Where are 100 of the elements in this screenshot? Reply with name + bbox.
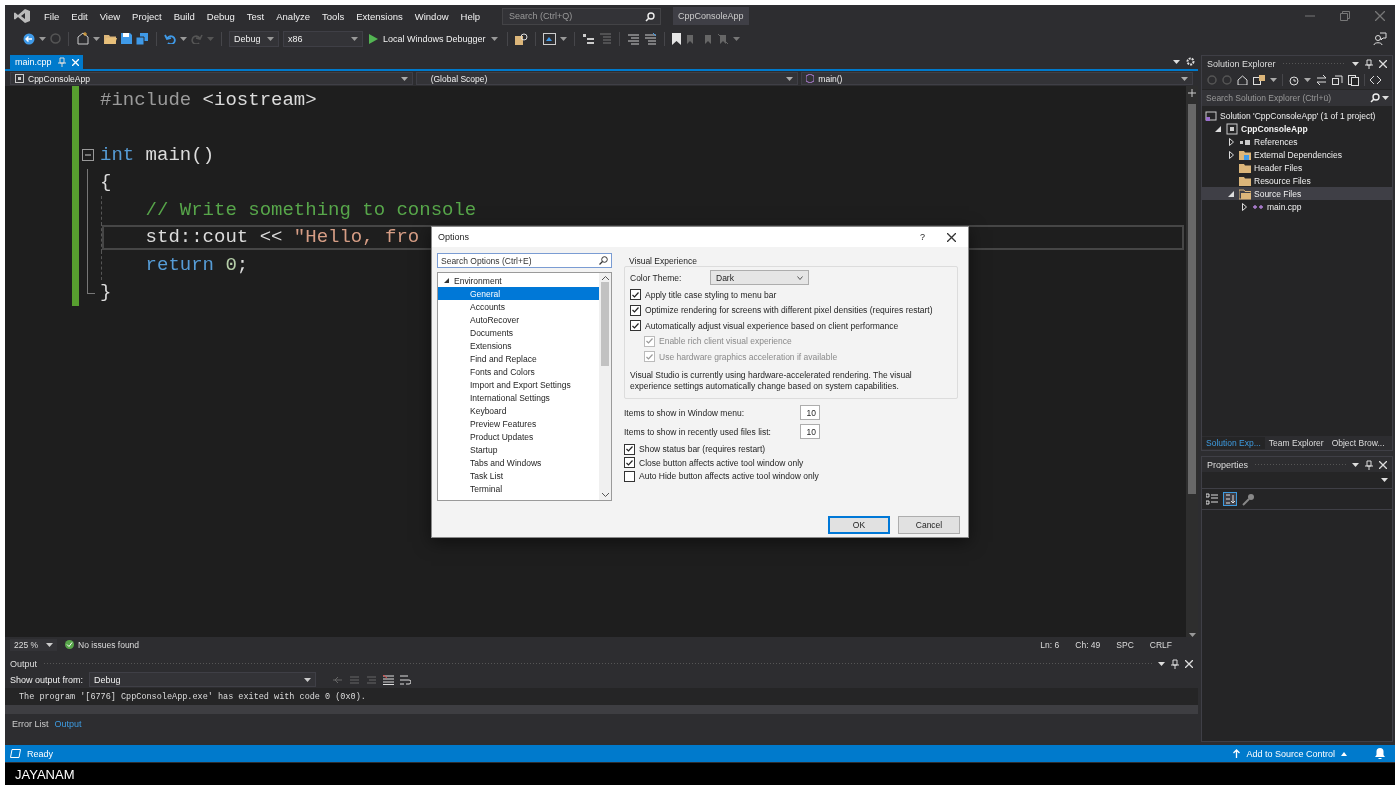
menu-item[interactable]: Analyze <box>270 7 317 25</box>
caret-icon[interactable] <box>400 76 408 81</box>
tree-item[interactable]: References <box>1202 135 1392 149</box>
caret-icon[interactable] <box>1352 61 1359 66</box>
show-all-files-icon[interactable] <box>1348 74 1359 86</box>
save-icon[interactable] <box>121 33 132 45</box>
pending-changes-icon[interactable] <box>1288 74 1299 86</box>
word-wrap-icon[interactable] <box>400 674 412 685</box>
dialog-button[interactable]: OK <box>828 516 890 534</box>
settings-icon[interactable] <box>1186 57 1195 67</box>
menu-item[interactable]: Project <box>126 7 168 25</box>
menu-item[interactable]: Debug <box>200 7 241 25</box>
caret-icon[interactable] <box>1173 59 1180 64</box>
search-field[interactable]: Search Options (Ctrl+E) <box>437 253 612 268</box>
checkbox[interactable]: Show status bar (requires restart) <box>624 442 958 456</box>
split-icon[interactable] <box>1188 89 1196 98</box>
issues-status[interactable]: No issues found <box>78 639 140 650</box>
number-field[interactable]: 10 <box>800 424 820 439</box>
menu-item[interactable]: Help <box>454 7 487 25</box>
caret-icon[interactable] <box>39 36 46 41</box>
caret-icon[interactable] <box>786 76 794 81</box>
tree-item[interactable]: General <box>438 287 599 300</box>
caret-icon[interactable] <box>1304 78 1311 83</box>
categorized-icon[interactable] <box>1206 493 1218 506</box>
checkbox[interactable]: Automatically adjust visual experience based on client performance <box>630 319 951 333</box>
menu-item[interactable]: Build <box>167 7 201 25</box>
scope-dropdown[interactable]: (Global Scope) <box>415 72 799 86</box>
open-folder-icon[interactable] <box>104 33 117 45</box>
platform-dropdown[interactable]: x86 <box>283 30 363 47</box>
menu-item[interactable]: File <box>38 7 66 25</box>
dialog-button[interactable]: Cancel <box>898 516 960 534</box>
code-icon[interactable] <box>1370 75 1381 86</box>
tree-item[interactable]: Extensions <box>438 339 599 352</box>
tree-item[interactable]: Task List <box>438 469 599 482</box>
tree-item[interactable]: Solution 'CppConsoleApp' (1 of 1 project) <box>1202 109 1392 123</box>
key-icon[interactable] <box>1242 492 1255 506</box>
collapse-all-icon[interactable] <box>1332 75 1343 86</box>
start-debugging-button[interactable]: Local Windows Debugger <box>367 33 500 44</box>
tree-item[interactable]: Environment <box>438 274 599 287</box>
caret-icon[interactable] <box>46 642 54 647</box>
home-icon[interactable] <box>1237 75 1248 86</box>
collapsed-arrow-icon[interactable] <box>1241 202 1247 211</box>
tree-item[interactable]: Product Updates <box>438 430 599 443</box>
project-dropdown[interactable]: CppConsoleApp <box>10 72 413 86</box>
output-source-dropdown[interactable]: Debug <box>89 672 317 688</box>
tree-item[interactable]: Preview Features <box>438 417 599 430</box>
caret-icon[interactable] <box>180 36 187 41</box>
expanded-arrow-icon[interactable] <box>444 278 449 283</box>
scroll-down-icon[interactable] <box>601 493 609 497</box>
checkbox[interactable]: Close button affects active tool window only <box>624 456 958 470</box>
menu-item[interactable]: Extensions <box>350 7 409 25</box>
notification-bell-icon[interactable] <box>1375 748 1385 760</box>
restore-icon[interactable] <box>1340 11 1350 22</box>
tree-item[interactable]: Keyboard <box>438 404 599 417</box>
sync-icon[interactable] <box>1316 75 1327 86</box>
tree-item[interactable]: International Settings <box>438 391 599 404</box>
caret-icon[interactable] <box>559 36 567 41</box>
search-field[interactable]: Search Solution Explorer (Ctrl+ü) <box>1202 90 1392 107</box>
scrollbar-thumb[interactable] <box>601 282 609 366</box>
source-control-button[interactable]: Add to Source Control <box>1233 748 1347 759</box>
collapse-icon[interactable] <box>82 149 94 162</box>
menu-item[interactable]: View <box>93 7 127 25</box>
tree-item[interactable]: AutoRecover <box>438 313 599 326</box>
pin-icon[interactable] <box>1171 658 1179 669</box>
panel-tab[interactable]: Team Explorer <box>1264 437 1328 450</box>
comment-lines-icon[interactable] <box>626 32 640 45</box>
feedback-icon[interactable] <box>1373 31 1387 46</box>
theme-dropdown[interactable]: Dark <box>710 270 809 285</box>
menu-item[interactable]: Window <box>408 7 455 25</box>
back-icon[interactable] <box>23 32 35 45</box>
tree-item[interactable]: External Dependencies <box>1202 148 1392 162</box>
caret-icon[interactable] <box>1352 462 1359 467</box>
panel-tab[interactable]: Solution Exp... <box>1202 437 1265 450</box>
pin-icon[interactable] <box>1365 58 1373 69</box>
caret-icon[interactable] <box>1381 478 1388 483</box>
member-dropdown[interactable]: main() <box>801 72 1193 86</box>
tree-item[interactable]: Resource Files <box>1202 174 1392 188</box>
tree-item[interactable]: Terminal <box>438 482 599 495</box>
caret-icon[interactable] <box>1181 76 1188 81</box>
find-in-files-icon[interactable] <box>514 32 528 45</box>
panel-tab[interactable]: Output <box>52 718 84 731</box>
zoom-dropdown[interactable]: 225 % <box>10 638 58 651</box>
outline-icon[interactable] <box>581 32 595 45</box>
uncomment-lines-icon[interactable] <box>643 32 657 45</box>
collapsed-arrow-icon[interactable] <box>1228 150 1234 159</box>
tree-item[interactable]: CppConsoleApp <box>1202 122 1392 136</box>
alphabetical-icon[interactable] <box>1223 492 1237 507</box>
undo-icon[interactable] <box>164 33 176 45</box>
caret-icon[interactable] <box>490 36 498 41</box>
scroll-up-icon[interactable] <box>601 276 609 280</box>
switch-views-icon[interactable] <box>1253 75 1265 86</box>
caret-icon[interactable] <box>1382 96 1389 101</box>
tree-item[interactable]: Tabs and Windows <box>438 456 599 469</box>
tree-item[interactable]: Fonts and Colors <box>438 365 599 378</box>
pin-icon[interactable] <box>1365 459 1373 470</box>
close-icon[interactable] <box>947 232 956 242</box>
caret-icon[interactable] <box>1158 661 1165 666</box>
menu-item[interactable]: Tools <box>316 7 351 25</box>
expanded-arrow-icon[interactable] <box>1215 125 1221 132</box>
number-field[interactable]: 10 <box>800 405 820 420</box>
